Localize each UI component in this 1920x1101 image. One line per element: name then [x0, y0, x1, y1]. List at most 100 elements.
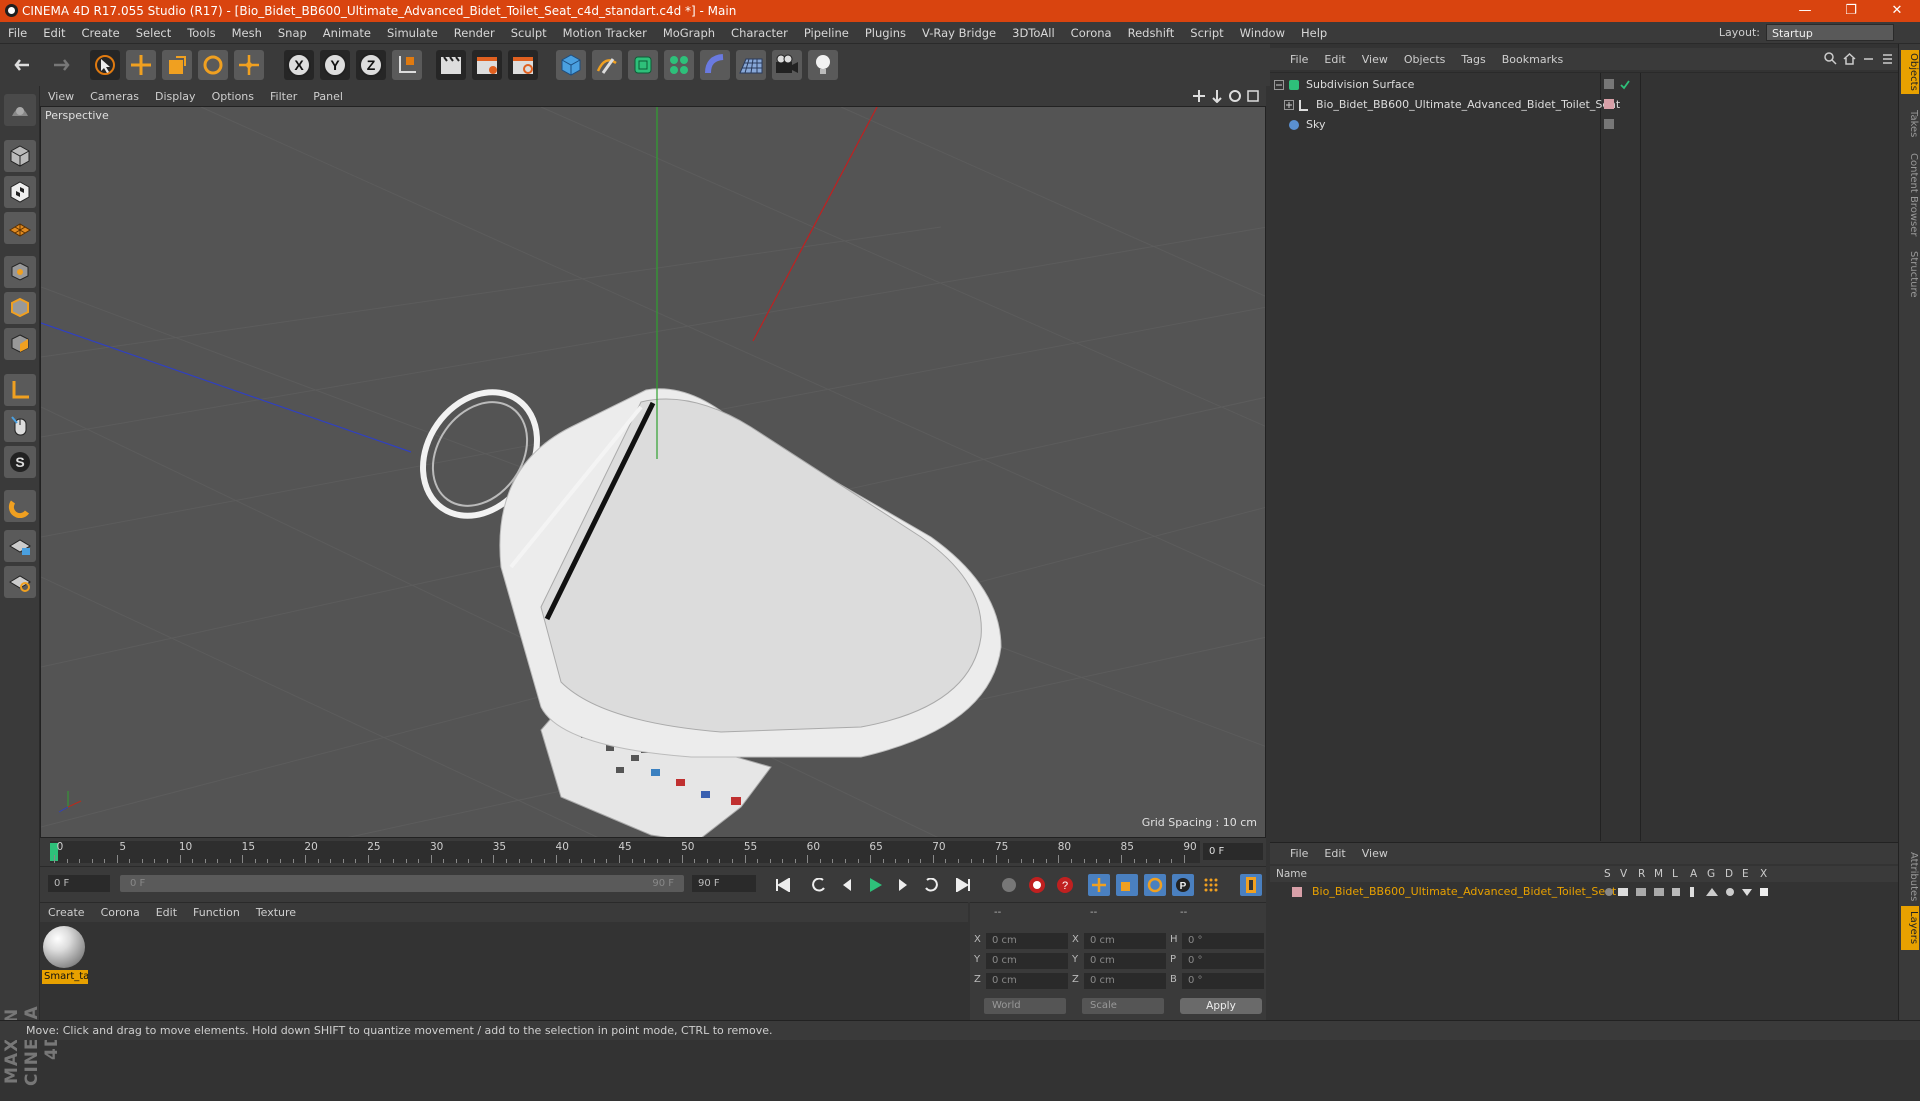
- collapse-toggle-icon[interactable]: [1274, 80, 1284, 90]
- go-to-start-button[interactable]: [772, 874, 794, 896]
- camera-button[interactable]: [772, 50, 802, 80]
- viewport-menu-cameras[interactable]: Cameras: [82, 90, 147, 103]
- key-position-button[interactable]: [1088, 874, 1110, 896]
- material-name-label[interactable]: Smart_ta: [42, 970, 88, 984]
- restore-button[interactable]: ❐: [1828, 0, 1874, 22]
- key-pla-button[interactable]: [1200, 874, 1222, 896]
- menu-3dtoall[interactable]: 3DToAll: [1004, 26, 1063, 40]
- autokey-button[interactable]: [1026, 874, 1048, 896]
- tab-objects[interactable]: Objects: [1901, 50, 1919, 94]
- play-button[interactable]: [864, 874, 886, 896]
- menu-plugins[interactable]: Plugins: [857, 26, 914, 40]
- next-frame-button[interactable]: [892, 874, 914, 896]
- render-picture-viewer-button[interactable]: [472, 50, 502, 80]
- rot-p-field[interactable]: 0 °: [1182, 953, 1264, 969]
- viewport-camera-label[interactable]: Perspective: [45, 109, 109, 122]
- menu-script[interactable]: Script: [1182, 26, 1231, 40]
- close-button[interactable]: ✕: [1874, 0, 1920, 22]
- layer-menu-file[interactable]: File: [1282, 847, 1316, 860]
- menu-file[interactable]: File: [0, 26, 35, 40]
- menu-create[interactable]: Create: [74, 26, 128, 40]
- redo-button[interactable]: [44, 50, 74, 80]
- record-keys-button[interactable]: [998, 874, 1020, 896]
- previous-frame-button[interactable]: [836, 874, 858, 896]
- timeline-window-button[interactable]: [1240, 874, 1262, 896]
- live-selection-tool[interactable]: [90, 50, 120, 80]
- panel-menu-icon[interactable]: [1881, 52, 1894, 65]
- texture-mode-button[interactable]: [4, 176, 36, 208]
- layer-toggles-icons[interactable]: [1604, 886, 1804, 898]
- keyframe-selection-button[interactable]: ?: [1054, 874, 1076, 896]
- tab-layers[interactable]: Layers: [1901, 906, 1919, 950]
- current-frame-field[interactable]: 0 F: [1203, 843, 1263, 860]
- render-view-button[interactable]: [436, 50, 466, 80]
- quantize-button[interactable]: [4, 566, 36, 598]
- visibility-toggle[interactable]: [1604, 79, 1614, 89]
- timeline-ruler[interactable]: 0 5 10 15 20 25 30 35 40 45 50 55 60 65 70 75 80 85 90: [50, 841, 1200, 863]
- viewport-pan-icon[interactable]: [1192, 89, 1206, 103]
- viewport-menu-filter[interactable]: Filter: [262, 90, 305, 103]
- render-settings-button[interactable]: [508, 50, 538, 80]
- material-menu-corona[interactable]: Corona: [93, 906, 148, 919]
- scale-tool[interactable]: [162, 50, 192, 80]
- key-scale-button[interactable]: [1116, 874, 1138, 896]
- viewport-menu-panel[interactable]: Panel: [305, 90, 351, 103]
- tab-takes[interactable]: Takes: [1901, 104, 1919, 144]
- axis-mode-button[interactable]: [4, 374, 36, 406]
- menu-motion-tracker[interactable]: Motion Tracker: [555, 26, 655, 40]
- cloner-button[interactable]: [664, 50, 694, 80]
- expand-toggle-icon[interactable]: [1284, 100, 1294, 110]
- light-button[interactable]: [808, 50, 838, 80]
- menu-mograph[interactable]: MoGraph: [655, 26, 723, 40]
- x-axis-lock[interactable]: X: [284, 50, 314, 80]
- rotate-tool[interactable]: [198, 50, 228, 80]
- pos-z-field[interactable]: 0 cm: [986, 973, 1068, 989]
- next-key-button[interactable]: [920, 874, 942, 896]
- min-time-field[interactable]: 0 F: [48, 875, 110, 892]
- viewport-rotate-icon[interactable]: [1228, 89, 1242, 103]
- object-menu-bookmarks[interactable]: Bookmarks: [1494, 53, 1571, 66]
- previous-key-button[interactable]: [808, 874, 830, 896]
- floor-button[interactable]: [736, 50, 766, 80]
- menu-select[interactable]: Select: [128, 26, 179, 40]
- transform-tool[interactable]: [234, 50, 264, 80]
- minimize-panel-icon[interactable]: [1862, 52, 1875, 65]
- size-x-field[interactable]: 0 cm: [1084, 933, 1166, 949]
- go-to-end-button[interactable]: [952, 874, 974, 896]
- object-menu-tags[interactable]: Tags: [1453, 53, 1493, 66]
- edges-mode-button[interactable]: [4, 292, 36, 324]
- viewport-zoom-icon[interactable]: [1210, 89, 1224, 103]
- move-tool[interactable]: [126, 50, 156, 80]
- tab-attributes[interactable]: Attributes: [1901, 842, 1919, 912]
- menu-edit[interactable]: Edit: [35, 26, 73, 40]
- material-preview-sphere[interactable]: [43, 926, 85, 968]
- tab-content-browser[interactable]: Content Browser: [1901, 150, 1919, 240]
- make-editable-button[interactable]: [4, 94, 36, 126]
- pos-x-field[interactable]: 0 cm: [986, 933, 1068, 949]
- home-icon[interactable]: [1843, 52, 1856, 65]
- menu-redshift[interactable]: Redshift: [1120, 26, 1183, 40]
- polygons-mode-button[interactable]: [4, 328, 36, 360]
- object-menu-file[interactable]: File: [1282, 53, 1316, 66]
- max-time-field[interactable]: 90 F: [692, 875, 756, 892]
- menu-sculpt[interactable]: Sculpt: [503, 26, 555, 40]
- transform-mode-dropdown[interactable]: Scale: [1082, 998, 1164, 1014]
- layer-color-swatch[interactable]: [1292, 887, 1302, 897]
- viewport-maximize-icon[interactable]: [1246, 89, 1260, 103]
- layer-menu-edit[interactable]: Edit: [1316, 847, 1353, 860]
- search-icon[interactable]: [1824, 52, 1837, 65]
- object-menu-objects[interactable]: Objects: [1396, 53, 1454, 66]
- coordinate-system-button[interactable]: [392, 50, 422, 80]
- layer-color-swatch[interactable]: [1604, 99, 1614, 109]
- perspective-viewport[interactable]: Perspective Grid Spacing : 10 cm: [40, 106, 1266, 838]
- z-axis-lock[interactable]: Z: [356, 50, 386, 80]
- workplane-lock-button[interactable]: [4, 530, 36, 562]
- object-menu-edit[interactable]: Edit: [1316, 53, 1353, 66]
- object-row-subdivision-surface[interactable]: Subdivision Surface: [1270, 75, 1898, 95]
- menu-pipeline[interactable]: Pipeline: [796, 26, 857, 40]
- y-axis-lock[interactable]: Y: [320, 50, 350, 80]
- cube-object-button[interactable]: [556, 50, 586, 80]
- menu-vray-bridge[interactable]: V-Ray Bridge: [914, 26, 1004, 40]
- viewport-menu-view[interactable]: View: [40, 90, 82, 103]
- layer-row[interactable]: Bio_Bidet_BB600_Ultimate_Advanced_Bidet_…: [1270, 882, 1898, 902]
